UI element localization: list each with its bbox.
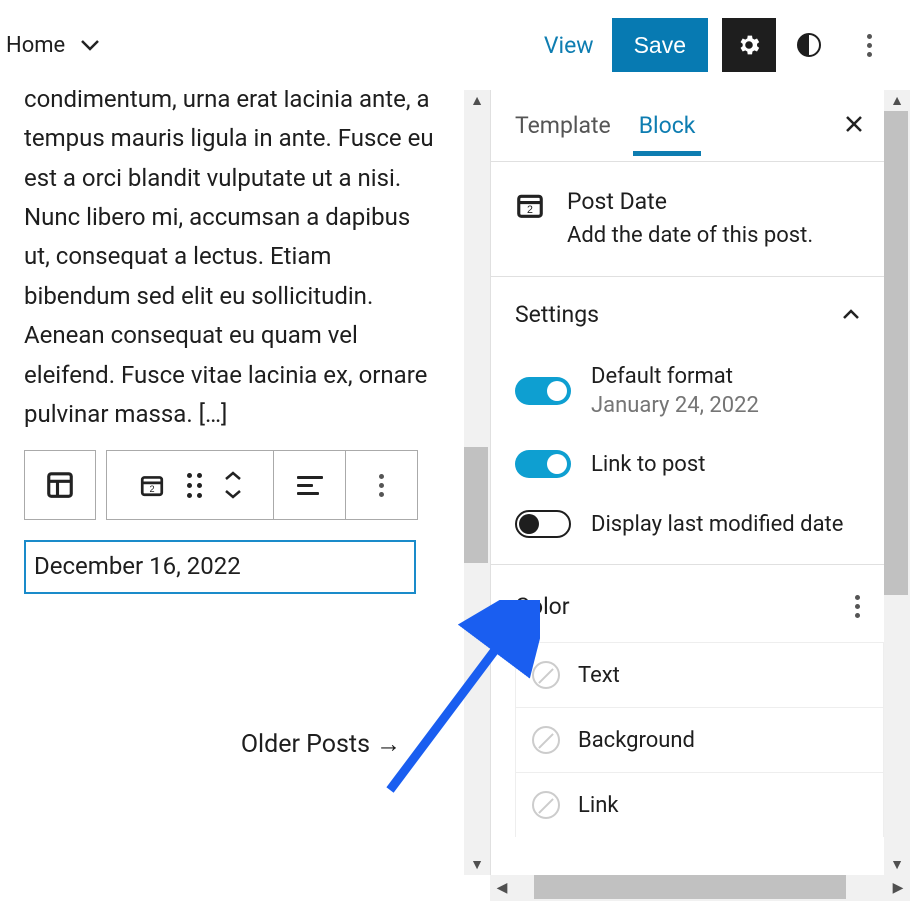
- editor-content[interactable]: condimentum, urna erat lacinia ante, a t…: [0, 90, 464, 765]
- chevron-down-icon: [81, 39, 99, 51]
- sidebar-tabs: Template Block: [491, 90, 884, 162]
- settings-panel: Settings Default format January 24, 2022…: [491, 277, 884, 565]
- display-modified-row: Display last modified date: [515, 494, 860, 554]
- text-color-label: Text: [578, 663, 620, 688]
- align-left-icon: [297, 476, 323, 495]
- color-panel: Color Text Background Link: [491, 565, 884, 837]
- block-type-button[interactable]: 2: [139, 472, 165, 498]
- vertical-dots-icon: [855, 595, 860, 618]
- workspace: condimentum, urna erat lacinia ante, a t…: [0, 90, 910, 875]
- post-date-block[interactable]: December 16, 2022: [24, 540, 416, 593]
- tab-block[interactable]: Block: [639, 112, 696, 139]
- post-excerpt[interactable]: condimentum, urna erat lacinia ante, a t…: [24, 90, 438, 434]
- block-more-button[interactable]: [346, 450, 418, 520]
- settings-button[interactable]: [722, 18, 776, 72]
- sidebar-inner: Template Block 2 Post Date Add the date …: [490, 90, 884, 875]
- scrollbar-track[interactable]: [514, 875, 886, 901]
- block-title: Post Date: [567, 188, 813, 215]
- link-color-label: Link: [578, 793, 619, 818]
- display-modified-toggle[interactable]: [515, 510, 571, 538]
- block-type-group: 2: [106, 450, 274, 520]
- scrollbar-track[interactable]: [464, 111, 490, 854]
- link-to-post-toggle[interactable]: [515, 450, 571, 478]
- view-link[interactable]: View: [526, 32, 612, 59]
- default-format-example: January 24, 2022: [591, 393, 759, 418]
- vertical-dots-icon: [379, 474, 384, 497]
- drag-handle[interactable]: [187, 473, 202, 498]
- svg-text:2: 2: [527, 204, 533, 216]
- link-to-post-row: Link to post: [515, 434, 860, 494]
- move-up-button[interactable]: [224, 471, 242, 481]
- tab-template[interactable]: Template: [515, 112, 611, 139]
- template-dropdown[interactable]: Home: [2, 33, 103, 58]
- link-color-button[interactable]: Link: [515, 772, 884, 837]
- chevron-up-icon: [842, 309, 860, 321]
- empty-swatch-icon: [532, 661, 560, 689]
- block-toolbar: 2: [24, 450, 438, 520]
- scroll-down-arrow-icon[interactable]: ▼: [470, 854, 484, 875]
- text-color-button[interactable]: Text: [515, 642, 884, 707]
- styles-button[interactable]: [782, 18, 836, 72]
- more-options-button[interactable]: [842, 18, 896, 72]
- save-button[interactable]: Save: [612, 18, 708, 72]
- background-color-label: Background: [578, 728, 695, 753]
- sidebar: Template Block 2 Post Date Add the date …: [490, 90, 910, 875]
- settings-panel-toggle[interactable]: Settings: [515, 295, 860, 348]
- color-label: Color: [515, 593, 570, 620]
- default-format-label: Default format: [591, 364, 759, 389]
- background-color-button[interactable]: Background: [515, 707, 884, 772]
- layout-icon: [45, 470, 75, 500]
- scroll-right-arrow-icon[interactable]: ▶: [886, 880, 910, 896]
- close-sidebar-button[interactable]: [844, 111, 864, 141]
- scroll-down-arrow-icon[interactable]: ▼: [890, 854, 904, 875]
- vertical-dots-icon: [867, 34, 872, 57]
- align-button[interactable]: [274, 450, 346, 520]
- move-group: [224, 471, 242, 499]
- block-description: Add the date of this post.: [567, 223, 813, 248]
- svg-text:2: 2: [149, 484, 154, 494]
- gear-icon: [736, 32, 762, 58]
- default-format-row: Default format January 24, 2022: [515, 348, 860, 434]
- link-to-post-label: Link to post: [591, 452, 705, 477]
- scroll-left-arrow-icon[interactable]: ◀: [490, 880, 514, 896]
- post-date-icon: 2: [515, 190, 545, 220]
- empty-swatch-icon: [532, 726, 560, 754]
- scrollbar-thumb[interactable]: [884, 111, 908, 595]
- template-dropdown-label: Home: [6, 33, 65, 58]
- color-panel-head: Color: [515, 583, 884, 642]
- parent-block-button[interactable]: [24, 450, 96, 520]
- close-icon: [844, 114, 864, 134]
- empty-swatch-icon: [532, 791, 560, 819]
- top-toolbar: Home View Save: [0, 0, 910, 90]
- settings-label: Settings: [515, 301, 599, 328]
- block-header: 2 Post Date Add the date of this post.: [491, 162, 884, 277]
- scroll-up-arrow-icon[interactable]: ▲: [470, 90, 484, 111]
- sidebar-horizontal-scrollbar[interactable]: ◀ ▶: [490, 875, 910, 901]
- older-posts-link[interactable]: Older Posts →: [204, 724, 438, 765]
- scroll-up-arrow-icon[interactable]: ▲: [890, 90, 904, 111]
- sidebar-vertical-scrollbar[interactable]: ▲ ▼: [884, 90, 910, 875]
- contrast-icon: [797, 33, 821, 57]
- scrollbar-thumb[interactable]: [534, 875, 846, 899]
- color-options-button[interactable]: [855, 595, 860, 618]
- display-modified-label: Display last modified date: [591, 512, 843, 537]
- editor-vertical-scrollbar[interactable]: ▲ ▼: [464, 90, 490, 875]
- move-down-button[interactable]: [224, 489, 242, 499]
- editor-canvas: condimentum, urna erat lacinia ante, a t…: [0, 90, 490, 875]
- calendar-icon: 2: [139, 472, 165, 498]
- scrollbar-thumb[interactable]: [464, 447, 488, 563]
- default-format-toggle[interactable]: [515, 377, 571, 405]
- scrollbar-track[interactable]: [884, 111, 910, 854]
